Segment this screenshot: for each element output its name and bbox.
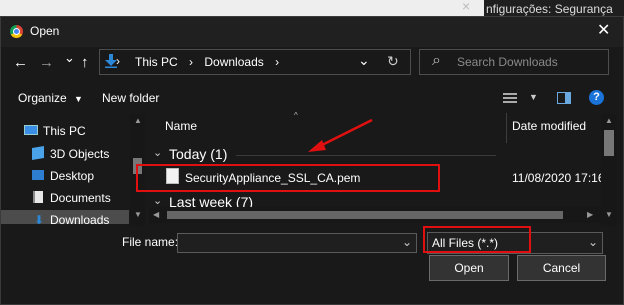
column-header-name[interactable]: Name xyxy=(165,119,197,133)
search-box[interactable]: ⌕ Search Downloads xyxy=(419,49,609,75)
chevron-down-icon: ▼ xyxy=(74,94,83,104)
up-button[interactable]: ↑ xyxy=(81,54,89,71)
organize-button[interactable]: Organize ▼ xyxy=(18,91,83,105)
sort-up-icon: ^ xyxy=(294,111,298,120)
group-header-today[interactable]: Today (1) xyxy=(169,146,227,162)
cancel-button[interactable]: Cancel xyxy=(517,255,606,281)
file-name-label: File name: xyxy=(122,235,179,249)
refresh-icon[interactable]: ↻ xyxy=(387,53,399,70)
search-input[interactable]: Search Downloads xyxy=(457,55,558,69)
column-header-date-modified[interactable]: Date modified xyxy=(512,119,586,133)
column-divider[interactable] xyxy=(506,113,507,143)
chevron-down-icon[interactable]: ⌄ xyxy=(153,194,162,207)
nav-item-label: Documents xyxy=(50,191,111,205)
file-list-horizontal-scrollbar[interactable]: ◀ ▶ xyxy=(149,207,601,223)
scroll-right-arrow-icon[interactable]: ▶ xyxy=(587,210,593,219)
dialog-title: Open xyxy=(30,24,60,38)
nav-item-label: This PC xyxy=(43,124,86,138)
scroll-up-arrow-icon[interactable]: ▲ xyxy=(605,116,613,125)
open-dialog: Open ✕ ← → ⌄ ↑ › This PC › Downloads › ⌄… xyxy=(0,16,624,305)
file-name-input[interactable]: ⌄ xyxy=(177,233,417,253)
close-icon[interactable]: ✕ xyxy=(597,20,610,40)
new-folder-button[interactable]: New folder xyxy=(102,91,159,105)
nav-item-label: Downloads xyxy=(50,213,110,227)
documents-icon xyxy=(33,191,43,203)
background-close-icon[interactable]: × xyxy=(462,0,470,14)
file-list-vertical-scrollbar[interactable]: ▲ ▼ xyxy=(601,114,617,226)
nav-item-label: Desktop xyxy=(50,169,95,183)
scroll-up-arrow-icon[interactable]: ▲ xyxy=(134,116,142,125)
annotation-highlight-file xyxy=(136,164,440,192)
cube-icon xyxy=(32,145,44,161)
breadcrumb-separator: › xyxy=(275,55,280,69)
scroll-down-arrow-icon[interactable]: ▼ xyxy=(134,210,142,219)
desktop-icon xyxy=(32,170,44,180)
chevron-down-icon[interactable]: ⌄ xyxy=(153,146,162,159)
scroll-left-arrow-icon[interactable]: ◀ xyxy=(153,210,159,219)
annotation-arrow-icon xyxy=(308,118,373,152)
breadcrumb-this-pc[interactable]: This PC xyxy=(135,55,178,69)
recent-locations-button[interactable]: ⌄ xyxy=(64,50,75,66)
help-icon[interactable]: ? xyxy=(589,90,604,105)
chevron-down-icon[interactable]: ⌄ xyxy=(358,52,370,69)
file-date-modified: 11/08/2020 17:16 xyxy=(512,171,605,185)
back-button[interactable]: ← xyxy=(13,54,28,71)
view-options-icon[interactable] xyxy=(503,92,517,104)
open-button[interactable]: Open xyxy=(429,255,509,281)
background-window-title: nfigurações: Segurança xyxy=(486,2,613,16)
breadcrumb: This PC › Downloads › xyxy=(124,55,287,69)
title-bar: Open ✕ xyxy=(1,17,623,47)
breadcrumb-separator: › xyxy=(116,54,120,68)
preview-pane-icon[interactable] xyxy=(557,92,571,104)
chevron-down-icon[interactable]: ⌄ xyxy=(402,235,412,249)
annotation-highlight-file-type xyxy=(423,226,531,253)
scroll-down-arrow-icon[interactable]: ▼ xyxy=(605,210,613,219)
chevron-down-icon: ⌄ xyxy=(588,235,599,249)
chrome-icon xyxy=(10,25,23,38)
breadcrumb-downloads[interactable]: Downloads xyxy=(204,55,263,69)
download-icon: ⬇ xyxy=(34,213,45,227)
address-bar[interactable]: › This PC › Downloads › ⌄ ↻ xyxy=(99,49,411,75)
breadcrumb-separator: › xyxy=(189,55,194,69)
organize-label: Organize xyxy=(18,91,67,105)
scrollbar-thumb[interactable] xyxy=(604,130,614,156)
chevron-down-icon[interactable]: ▼ xyxy=(529,92,538,102)
forward-button[interactable]: → xyxy=(39,54,54,71)
search-icon: ⌕ xyxy=(432,52,441,69)
scrollbar-thumb[interactable] xyxy=(167,211,563,219)
nav-item-label: 3D Objects xyxy=(50,147,110,161)
monitor-icon xyxy=(24,125,38,135)
